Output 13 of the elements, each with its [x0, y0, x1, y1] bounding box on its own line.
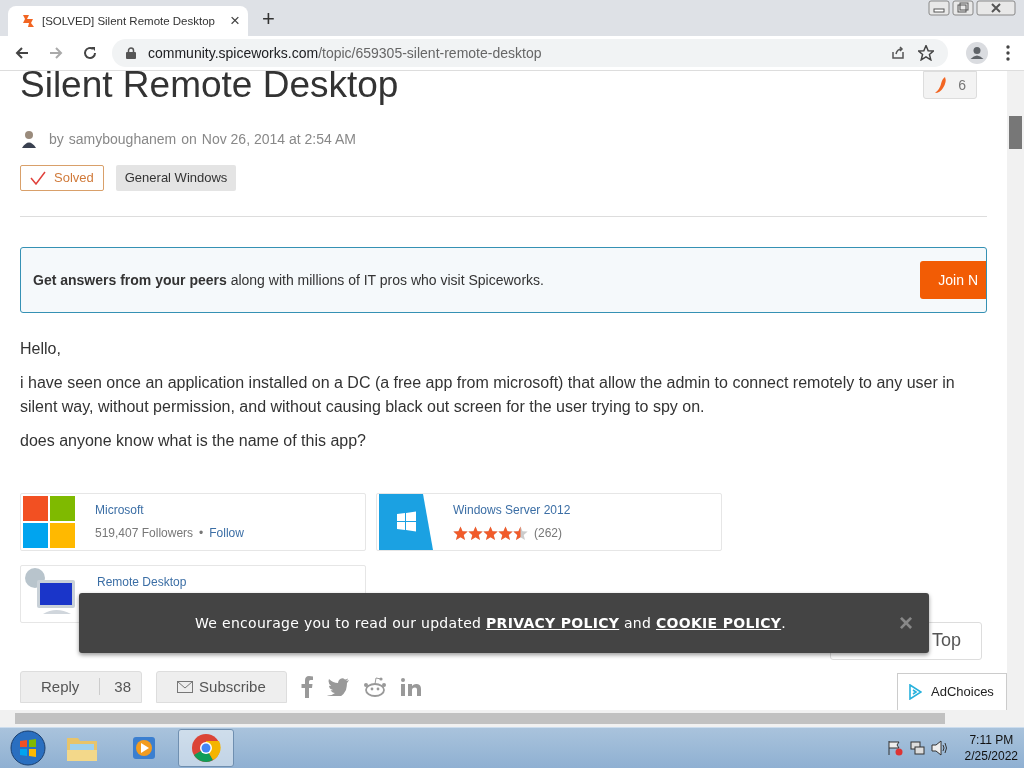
follower-count: 519,407 Followers: [95, 525, 194, 540]
post-paragraph: i have seen once an application installed on a DC (a free app from microsoft) that allow the admin to connect remotely to any user in silent way, without permission, and without causing black out screen for the user trying to spy on.: [20, 372, 956, 417]
review-count: (262): [534, 526, 562, 540]
post-date: Nov 26, 2014 at 2:54 AM: [201, 130, 356, 147]
cookie-notice-text: We encourage you to read our updated PRIVACY POLICY and COOKIE POLICY.: [195, 614, 786, 631]
separator-dot: •: [199, 525, 204, 540]
byline-text: on: [181, 130, 197, 147]
byline-text: by: [49, 130, 64, 147]
solved-badge: Solved: [20, 164, 104, 191]
post-paragraph: does anyone know what is the name of this app?: [20, 430, 367, 451]
post-paragraph: Hello,: [20, 338, 62, 359]
tab-title: [SOLVED] Silent Remote Desktop: [42, 14, 216, 27]
promo-text: Get answers from your peers along with millions of IT pros who visit Spiceworks.: [33, 271, 544, 288]
